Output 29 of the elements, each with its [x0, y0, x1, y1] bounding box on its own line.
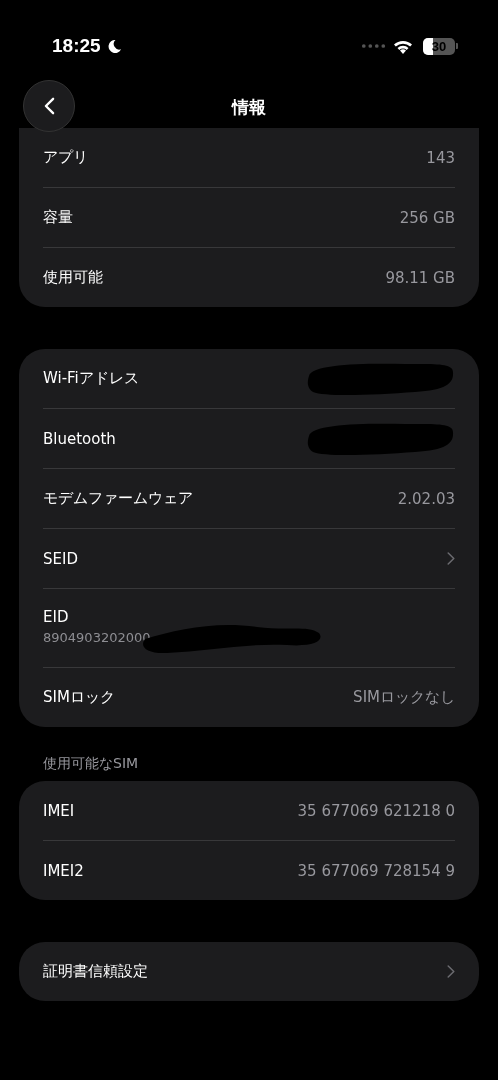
row-label: EID: [43, 608, 69, 626]
wifi-icon: [393, 38, 413, 54]
row-value: 98.11 GB: [385, 268, 455, 287]
section-header: 使用可能なSIM: [42, 755, 140, 773]
chevron-right-icon[interactable]: [447, 965, 455, 978]
row-value: 35 677069 728154 9: [297, 861, 455, 880]
status-time: 18:25: [52, 35, 101, 57]
row-label: SIMロック: [43, 688, 115, 707]
signal-icon: [361, 43, 387, 49]
row-label: アプリ: [43, 148, 88, 167]
row-value: 143: [426, 148, 455, 167]
row-value: 2.02.03: [397, 489, 455, 508]
chevron-right-icon[interactable]: [447, 552, 455, 565]
row-label: 使用可能: [43, 268, 103, 287]
row-label: Wi-Fiアドレス: [43, 369, 139, 388]
chevron-left-icon: [43, 97, 55, 115]
row-label: IMEI: [43, 801, 75, 820]
nav-title: 情報: [230, 96, 267, 119]
row-label: モデムファームウェア: [43, 489, 193, 508]
row-value: SIMロックなし: [353, 688, 455, 707]
row-label: Bluetooth: [43, 429, 116, 448]
row-value: 8904903202000: [43, 629, 151, 645]
row-label: SEID: [43, 549, 78, 568]
row-label: 容量: [43, 208, 73, 227]
row-value: 256 GB: [399, 208, 455, 227]
row-label: IMEI2: [43, 861, 84, 880]
row-value: 35 677069 621218 0: [297, 801, 455, 820]
back-button[interactable]: [23, 80, 75, 132]
row-label: 証明書信頼設定: [43, 962, 148, 981]
